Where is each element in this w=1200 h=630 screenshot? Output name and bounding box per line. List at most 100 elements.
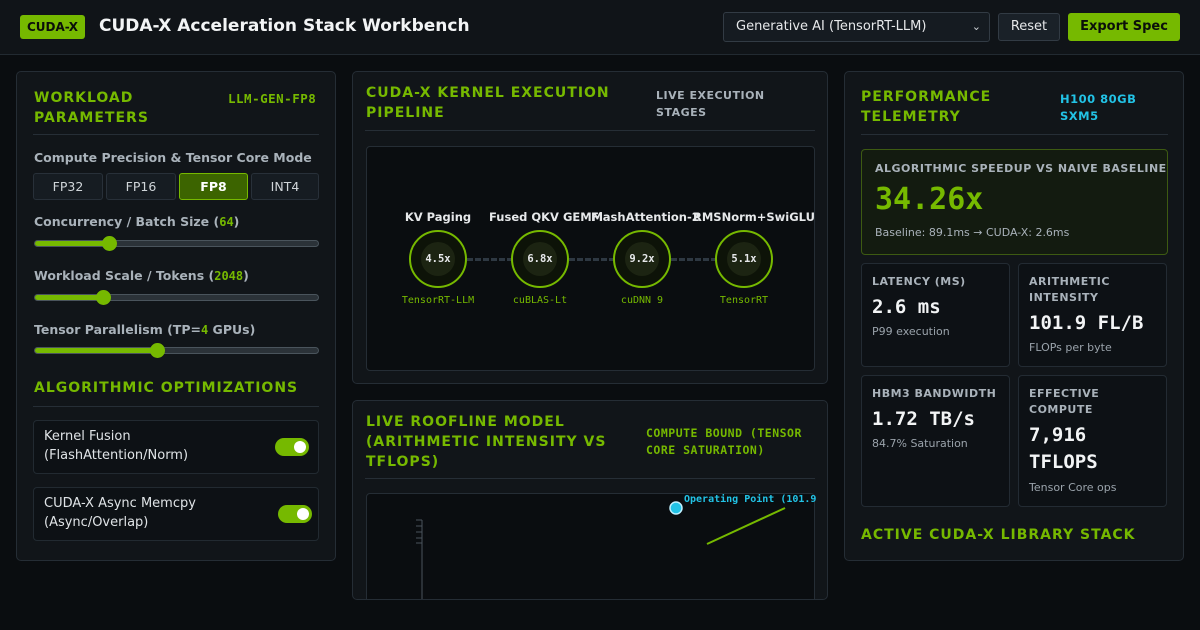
divider bbox=[365, 478, 815, 479]
precision-label: Compute Precision & Tensor Core Mode bbox=[34, 150, 312, 165]
workload-parameters-title: WORKLOAD PARAMETERS bbox=[34, 90, 149, 126]
stage-speedup: 5.1x bbox=[727, 242, 761, 276]
workload-parameters-panel: WORKLOAD PARAMETERS LLM-GEN-FP8 Compute … bbox=[16, 71, 336, 561]
tokens-value: 2048 bbox=[214, 269, 244, 283]
speedup-card: ALGORITHMIC SPEEDUP VS NAIVE BASELINE 34… bbox=[861, 149, 1168, 255]
roofline-plot: Operating Point (101.9 bbox=[366, 493, 816, 599]
library-stack-title: ACTIVE CUDA-X LIBRARY STACK bbox=[861, 527, 1136, 543]
tensor-parallelism-label: Tensor Parallelism (TP=4 GPUs) bbox=[34, 322, 255, 337]
batch-size-label: Concurrency / Batch Size (64) bbox=[34, 214, 239, 229]
metric-sub: Tensor Core ops bbox=[1029, 481, 1117, 494]
latency-card: LATENCY (MS) 2.6 ms P99 execution bbox=[861, 263, 1010, 367]
app-title: CUDA-X Acceleration Stack Workbench bbox=[99, 16, 470, 36]
stage-speedup: 6.8x bbox=[523, 242, 557, 276]
precision-option-int4[interactable]: INT4 bbox=[251, 173, 319, 200]
operating-point-label: Operating Point (101.9 bbox=[684, 494, 816, 505]
stage-connector bbox=[467, 258, 513, 261]
precision-option-fp32[interactable]: FP32 bbox=[33, 173, 103, 200]
kernel-fusion-option: Kernel Fusion (FlashAttention/Norm) bbox=[33, 420, 319, 474]
reset-button[interactable]: Reset bbox=[998, 13, 1060, 41]
divider bbox=[33, 134, 319, 135]
speedup-title: ALGORITHMIC SPEEDUP VS NAIVE BASELINE bbox=[875, 162, 1167, 175]
batch-size-label-suffix: ) bbox=[233, 214, 240, 229]
stage-ring: 4.5x bbox=[409, 230, 467, 288]
tokens-label: Workload Scale / Tokens (2048) bbox=[34, 268, 249, 283]
effective-compute-card: EFFECTIVE COMPUTE 7,916 TFLOPS Tensor Co… bbox=[1018, 375, 1167, 507]
pipeline-title: CUDA-X KERNEL EXECUTION PIPELINE bbox=[366, 85, 610, 121]
stage-speedup: 9.2x bbox=[625, 242, 659, 276]
kernel-fusion-label: Kernel Fusion (FlashAttention/Norm) bbox=[44, 429, 189, 463]
roofline-svg: Operating Point (101.9 bbox=[416, 493, 816, 599]
slider-thumb[interactable] bbox=[96, 290, 111, 305]
slider-fill bbox=[35, 295, 103, 300]
pipeline-stage-area: KV Paging 4.5x TensorRT-LLM Fused QKV GE… bbox=[366, 146, 815, 371]
stage-library: cuBLAS-Lt bbox=[512, 295, 568, 306]
batch-size-slider[interactable] bbox=[34, 236, 319, 251]
roofline-panel: LIVE ROOFLINE MODEL (ARITHMETIC INTENSIT… bbox=[352, 400, 828, 600]
metric-sub: P99 execution bbox=[872, 325, 950, 338]
metric-sub: 84.7% Saturation bbox=[872, 437, 968, 450]
divider bbox=[33, 406, 319, 407]
batch-size-value: 64 bbox=[219, 215, 234, 229]
stage-connector bbox=[569, 258, 615, 261]
metric-title: HBM3 BANDWIDTH bbox=[872, 387, 997, 400]
divider bbox=[861, 134, 1168, 135]
metric-value: 1.72 TB/s bbox=[872, 408, 975, 430]
performance-telemetry-panel: PERFORMANCE TELEMETRY H100 80GB SXM5 ALG… bbox=[844, 71, 1184, 561]
divider bbox=[365, 130, 815, 131]
slider-fill bbox=[35, 348, 157, 353]
metric-title: LATENCY (MS) bbox=[872, 275, 966, 288]
tokens-label-suffix: ) bbox=[243, 268, 249, 283]
speedup-value: 34.26x bbox=[875, 182, 984, 217]
kernel-fusion-toggle[interactable] bbox=[275, 438, 309, 456]
stage-ring: 6.8x bbox=[511, 230, 569, 288]
preset-select-value: Generative AI (TensorRT-LLM) bbox=[736, 19, 927, 34]
kernel-pipeline-panel: CUDA-X KERNEL EXECUTION PIPELINE LIVE EX… bbox=[352, 71, 828, 384]
metric-title: ARITHMETIC INTENSITY bbox=[1029, 275, 1110, 304]
metric-value: 101.9 FL/B bbox=[1029, 312, 1144, 334]
slider-thumb[interactable] bbox=[102, 236, 117, 251]
batch-size-label-text: Concurrency / Batch Size ( bbox=[34, 214, 220, 229]
slider-fill bbox=[35, 241, 109, 246]
tp-label-text: Tensor Parallelism (TP= bbox=[34, 322, 201, 337]
speedup-baseline: Baseline: 89.1ms → CUDA-X: 2.6ms bbox=[875, 226, 1070, 239]
stage-speedup: 4.5x bbox=[421, 242, 455, 276]
async-memcpy-toggle[interactable] bbox=[278, 505, 312, 523]
workload-tag: LLM-GEN-FP8 bbox=[228, 91, 317, 106]
metric-sub: FLOPs per byte bbox=[1029, 341, 1112, 354]
tp-label-suffix: GPUs) bbox=[208, 322, 256, 337]
metric-value: 2.6 ms bbox=[872, 296, 941, 318]
roofline-tag: COMPUTE BOUND (TENSOR CORE SATURATION) bbox=[646, 426, 802, 457]
stage-library: TensorRT-LLM bbox=[401, 295, 475, 306]
async-memcpy-label: CUDA-X Async Memcpy (Async/Overlap) bbox=[44, 496, 196, 530]
stage-name: RMSNorm+SwiGLU bbox=[693, 210, 815, 224]
tokens-label-text: Workload Scale / Tokens ( bbox=[34, 268, 215, 283]
metric-title: EFFECTIVE COMPUTE bbox=[1029, 387, 1100, 416]
precision-option-fp16[interactable]: FP16 bbox=[106, 173, 176, 200]
chevron-down-icon: ⌄ bbox=[971, 20, 981, 33]
roofline-title: LIVE ROOFLINE MODEL (ARITHMETIC INTENSIT… bbox=[366, 414, 607, 470]
roofline-compute-ceiling bbox=[706, 507, 786, 545]
stage-ring: 5.1x bbox=[715, 230, 773, 288]
operating-point-marker[interactable] bbox=[669, 501, 683, 515]
stage-name: FlashAttention-2 bbox=[591, 210, 700, 224]
async-memcpy-option: CUDA-X Async Memcpy (Async/Overlap) bbox=[33, 487, 319, 541]
export-spec-button[interactable]: Export Spec bbox=[1068, 13, 1180, 41]
gpu-tag: H100 80GB SXM5 bbox=[1060, 92, 1137, 123]
telemetry-title: PERFORMANCE TELEMETRY bbox=[861, 89, 992, 125]
slider-thumb[interactable] bbox=[150, 343, 165, 358]
stage-connector bbox=[671, 258, 717, 261]
app-header: CUDA-X CUDA-X Acceleration Stack Workben… bbox=[0, 0, 1200, 55]
stage-library: TensorRT bbox=[719, 295, 769, 306]
pipeline-tag: LIVE EXECUTION STAGES bbox=[656, 89, 765, 119]
workload-preset-select[interactable]: Generative AI (TensorRT-LLM) ⌄ bbox=[723, 12, 990, 42]
stage-name: Fused QKV GEMM bbox=[489, 210, 604, 224]
tensor-parallelism-slider[interactable] bbox=[34, 343, 319, 358]
hbm3-bandwidth-card: HBM3 BANDWIDTH 1.72 TB/s 84.7% Saturatio… bbox=[861, 375, 1010, 507]
brand-badge: CUDA-X bbox=[20, 15, 86, 39]
tokens-slider[interactable] bbox=[34, 290, 319, 305]
stage-ring: 9.2x bbox=[613, 230, 671, 288]
arithmetic-intensity-card: ARITHMETIC INTENSITY 101.9 FL/B FLOPs pe… bbox=[1018, 263, 1167, 367]
optimizations-title: ALGORITHMIC OPTIMIZATIONS bbox=[34, 380, 299, 396]
precision-option-fp8[interactable]: FP8 bbox=[179, 173, 248, 200]
